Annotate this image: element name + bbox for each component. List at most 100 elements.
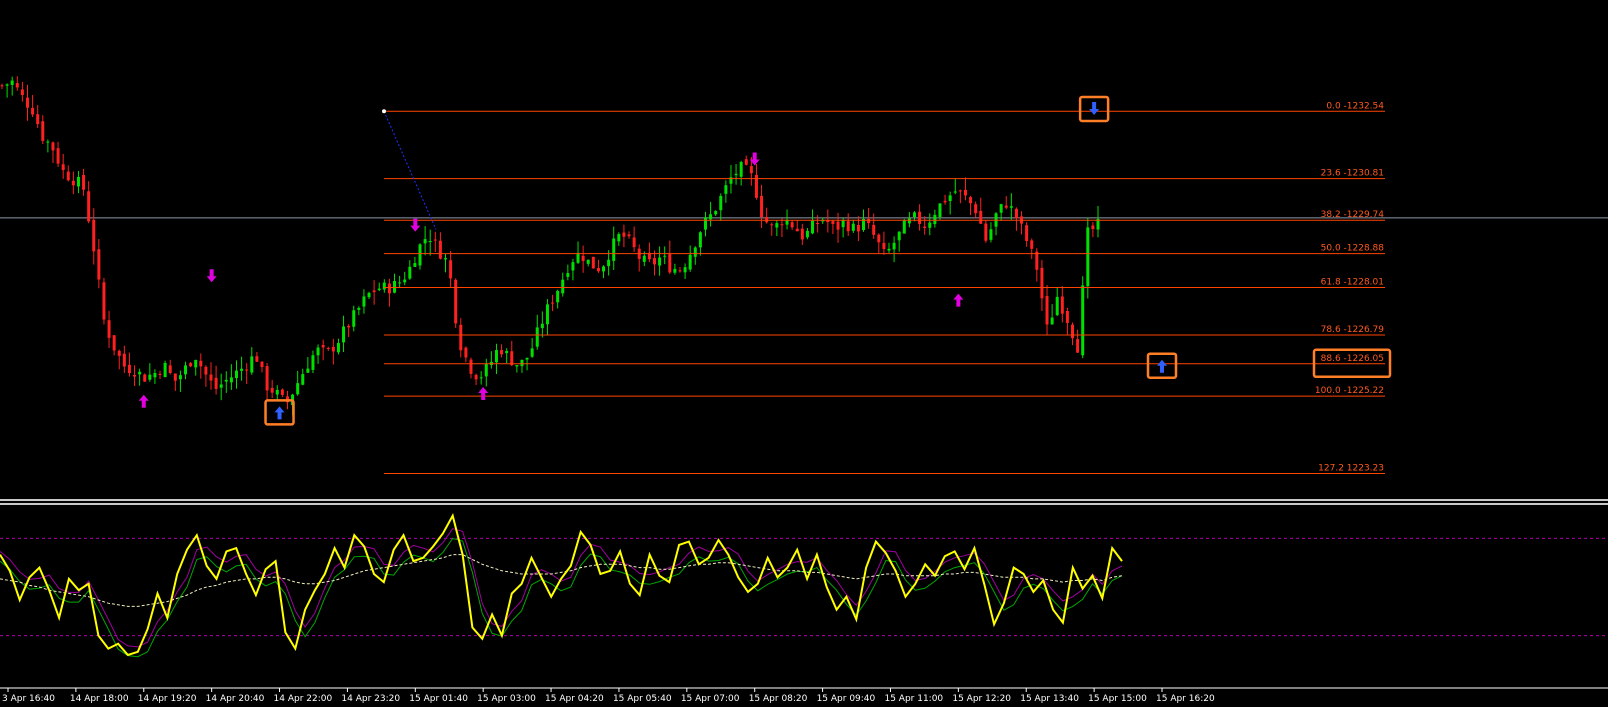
candle-body	[581, 255, 585, 261]
candle-body	[229, 377, 233, 383]
candle-body	[438, 240, 442, 259]
candle-body	[1014, 208, 1018, 219]
candle-body	[933, 214, 937, 225]
candle-body	[25, 97, 29, 108]
candle-body	[10, 80, 14, 85]
arrow-up-icon	[138, 394, 149, 408]
candle-body	[1086, 227, 1090, 287]
candle-body	[566, 273, 570, 277]
candle-body	[709, 214, 713, 220]
time-tick-label: 15 Apr 07:00	[681, 694, 740, 703]
fib-level-label: 78.6 -1226.79	[1321, 325, 1385, 335]
chart-canvas[interactable]: 0.0 -1232.54 23.6 -1230.81 38.2 -1229.74 50…	[0, 0, 1608, 704]
candle-body	[209, 374, 213, 381]
candle-body	[882, 242, 886, 250]
candle-body	[367, 292, 371, 298]
candle-body	[586, 259, 590, 264]
fib-anchor-line[interactable]	[383, 111, 437, 230]
candle-body	[545, 304, 549, 325]
candle-body	[693, 247, 697, 257]
candle-body	[296, 383, 300, 395]
signal-arrows	[138, 95, 1178, 426]
candle-body	[494, 350, 498, 363]
candle-body	[1060, 296, 1064, 314]
candle-body	[153, 373, 157, 378]
candle-body	[688, 254, 692, 270]
panel-separator[interactable]	[0, 499, 1608, 505]
candle-body	[459, 324, 463, 351]
candle-body	[178, 375, 182, 380]
candle-body	[46, 141, 50, 143]
candle-body	[642, 255, 646, 262]
fib-level-label: 0.0 -1232.54	[1326, 101, 1384, 111]
candle-body	[280, 389, 284, 395]
candle-body	[107, 320, 111, 338]
candle-body	[948, 195, 952, 202]
time-tick-label: 14 Apr 18:00	[70, 694, 129, 703]
time-tick-label: 15 Apr 01:40	[409, 694, 468, 703]
time-tick-label: 15 Apr 11:00	[884, 694, 943, 703]
candle-body	[250, 356, 254, 373]
candle-body	[377, 288, 381, 291]
candle-body	[831, 221, 835, 225]
candle-body	[240, 368, 244, 371]
time-axis: 3 Apr 16:40 14 Apr 18:00 14 Apr 19:20 14 Ap…	[0, 687, 1608, 704]
candle-body	[66, 171, 70, 181]
candle-body	[912, 212, 916, 217]
candle-body	[856, 224, 860, 232]
candle-body	[428, 241, 432, 243]
candle-body	[61, 164, 65, 171]
candle-body	[703, 217, 707, 230]
candle-body	[607, 259, 611, 267]
candle-body	[658, 257, 662, 266]
candle-body	[1050, 317, 1054, 325]
time-tick-label: 15 Apr 05:40	[613, 694, 672, 703]
candle-body	[387, 283, 391, 294]
candle-body	[275, 389, 279, 395]
candle-body	[678, 270, 682, 272]
candle-body	[15, 83, 19, 88]
candle-body	[204, 366, 208, 375]
candle-body	[270, 388, 274, 393]
candle-body	[51, 142, 55, 151]
candle-body	[505, 350, 509, 354]
candle-body	[382, 282, 386, 290]
candle-body	[938, 203, 942, 217]
candle-body	[31, 107, 35, 115]
candle-body	[510, 351, 514, 366]
candle-body	[622, 232, 626, 237]
candle-body	[413, 263, 417, 267]
candle-body	[571, 262, 575, 271]
trading-chart[interactable]: 0.0 -1232.54 23.6 -1230.81 38.2 -1229.74 50…	[0, 0, 1608, 704]
candle-body	[1076, 339, 1080, 353]
candle-body	[56, 148, 60, 164]
candle-body	[173, 373, 177, 381]
fibonacci-retracement[interactable]: 0.0 -1232.54 23.6 -1230.81 38.2 -1229.74 50…	[382, 101, 1392, 474]
candle-body	[979, 210, 983, 224]
candle-body	[846, 221, 850, 232]
candle-body	[418, 244, 422, 266]
candle-body	[1065, 311, 1069, 323]
candle-body	[902, 220, 906, 234]
candle-body	[576, 252, 580, 263]
candle-body	[342, 326, 346, 343]
candle-body	[790, 222, 794, 228]
time-tick-label: 15 Apr 03:00	[477, 694, 536, 703]
candle-body	[744, 159, 748, 165]
candle-body	[479, 377, 483, 379]
candle-body	[1030, 240, 1034, 249]
candle-body	[953, 191, 957, 193]
arrow-up-icon	[264, 399, 295, 426]
candle-body	[311, 355, 315, 370]
candle-body	[464, 347, 468, 358]
candle-body	[102, 282, 106, 320]
candle-body	[168, 365, 172, 374]
candle-body	[41, 121, 45, 141]
fib-anchor-point[interactable]	[382, 109, 386, 114]
candle-body	[851, 223, 855, 231]
candle-body	[974, 204, 978, 214]
time-tick-label: 3 Apr 16:40	[2, 694, 55, 703]
candle-body	[393, 280, 397, 293]
candle-body	[795, 228, 799, 232]
oscillator-signal-line-purple	[0, 528, 1123, 648]
